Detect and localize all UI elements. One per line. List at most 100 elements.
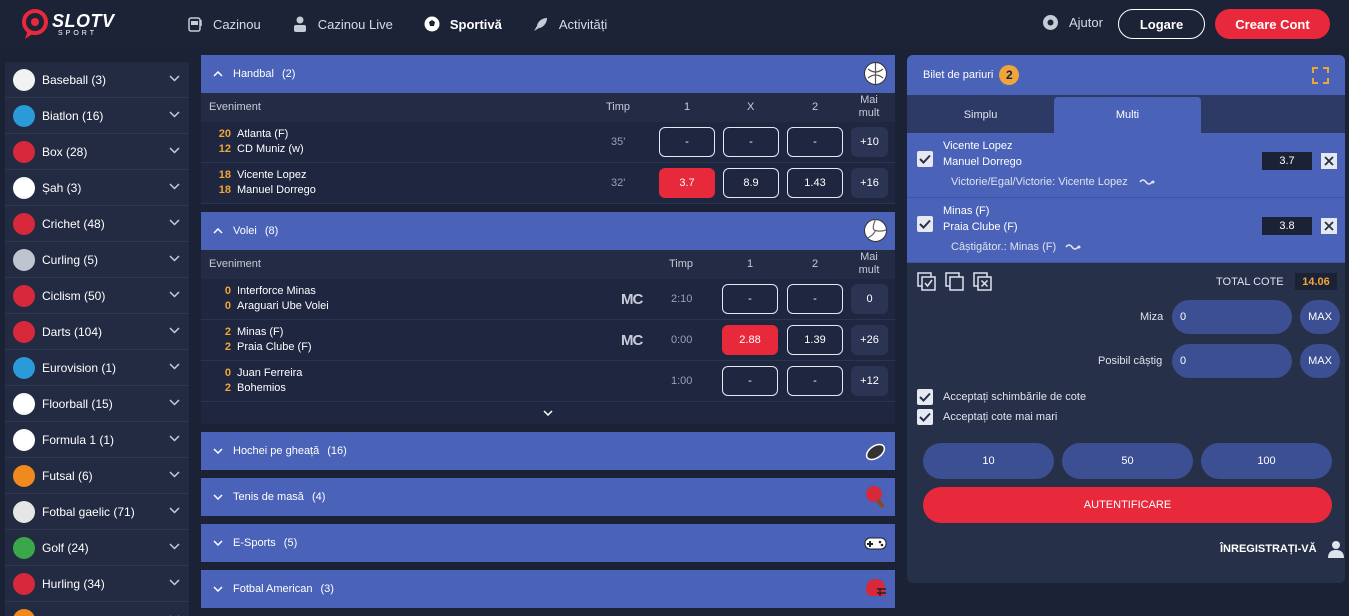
copy-check-icon[interactable] [917,272,937,292]
odd-x-button[interactable]: 8.9 [723,168,779,198]
sidebar-item[interactable]: Curling (5) [5,242,189,278]
copy-icon[interactable] [945,272,965,292]
score-away: 12 [218,143,231,155]
match-time: 0:00 [671,334,693,346]
sidebar-item[interactable]: Formula 1 (1) [5,422,189,458]
sidebar-item[interactable] [5,602,189,616]
sidebar-item[interactable]: Șah (3) [5,170,189,206]
stake-input[interactable]: 0 [1172,300,1292,334]
odd-2-button[interactable]: 1.39 [787,325,843,355]
accept-higher-odds-checkbox[interactable] [917,409,933,425]
score-away: 0 [224,300,231,312]
quick-stake-100[interactable]: 100 [1201,443,1332,479]
remove-bet-button[interactable] [1321,218,1337,234]
sidebar-item[interactable]: Fotbal gaelic (71) [5,494,189,530]
sidebar-item[interactable]: Ciclism (50) [5,278,189,314]
score-home: 18 [218,169,231,181]
bet-checkbox[interactable] [917,216,933,232]
odd-2-button[interactable]: - [787,127,843,157]
authenticate-button[interactable]: AUTENTIFICARE [923,487,1332,523]
sidebar-item[interactable]: Hurling (34) [5,566,189,602]
bet-checkbox[interactable] [917,151,933,167]
more-markets-button[interactable]: +10 [851,127,888,157]
team-away: Manuel Dorrego [237,184,316,196]
remove-bet-button[interactable] [1321,153,1337,169]
section-handbal-header[interactable]: Handbal (2) [201,55,895,93]
section-table-tennis-header[interactable]: Tenis de masă (4) [201,478,895,516]
tab-multi[interactable]: Multi [1054,97,1201,133]
column-headers: Eveniment Timp 1 2 Mai mult [201,250,895,279]
more-markets-button[interactable]: +26 [851,325,888,355]
quick-stake-50[interactable]: 50 [1062,443,1193,479]
help-link[interactable]: Ajutor [1042,14,1103,31]
odd-1-button[interactable]: - [722,366,778,396]
more-markets-button[interactable]: 0 [851,284,888,314]
register-link[interactable]: ÎNREGISTRAȚI-VĂ [1220,540,1345,558]
quick-stake-10[interactable]: 10 [923,443,1054,479]
chevron-down-icon [213,448,223,454]
section-esports-header[interactable]: E-Sports (5) [201,524,895,562]
potential-win-input[interactable]: 0 [1172,344,1292,378]
event-row[interactable]: 20 Atlanta (F) 12 CD Muniz (w) 35' - - -… [201,122,895,163]
event-row[interactable]: 0 Juan Ferreira 2 Bohemios 1:00 - - +12 [201,361,895,402]
odd-2-button[interactable]: - [787,366,843,396]
sidebar-item[interactable]: Box (28) [5,134,189,170]
match-center-icon[interactable]: MC [621,332,643,349]
more-markets-button[interactable]: +16 [851,168,888,198]
close-icon [1324,221,1334,231]
odd-x-button[interactable]: - [723,127,779,157]
boxing-glove-icon [13,140,35,163]
register-link-label: ÎNREGISTRAȚI-VĂ [1220,543,1317,555]
sidebar-item-label: Futsal (6) [42,468,93,483]
odd-1-button[interactable]: 2.88 [722,325,778,355]
stake-max-button[interactable]: MAX [1300,300,1340,334]
odd-1-button[interactable]: - [722,284,778,314]
win-max-button[interactable]: MAX [1300,344,1340,378]
hockey-puck-icon [865,443,886,461]
odd-1-button[interactable]: - [659,127,715,157]
tab-simplu[interactable]: Simplu [907,97,1054,133]
sidebar-item[interactable]: Darts (104) [5,314,189,350]
chevron-down-icon [169,291,180,298]
odd-2-button[interactable]: - [787,284,843,314]
odd-1-button[interactable]: 3.7 [659,168,715,198]
hurling-sticks-icon [13,572,35,595]
odd-2-button[interactable]: 1.43 [787,168,843,198]
fullscreen-icon[interactable] [1312,67,1329,84]
match-center-icon[interactable]: MC [621,291,643,308]
score-away: 2 [224,341,231,353]
sidebar-item[interactable]: Baseball (3) [5,62,189,98]
section-american-football-header[interactable]: Fotbal American (3) [201,570,895,608]
sidebar-item-label: Biatlon (16) [42,108,104,123]
more-markets-button[interactable]: +12 [851,366,888,396]
event-row[interactable]: 2 Minas (F) 2 Praia Clube (F) MC 0:00 2.… [201,320,895,361]
col-x: X [747,101,755,113]
nav-sportiva[interactable]: Sportivă [423,15,502,33]
bet-count-badge: 2 [999,65,1020,85]
register-button[interactable]: Creare Cont [1215,9,1330,39]
sidebar-item[interactable]: Futsal (6) [5,458,189,494]
section-hockey-header[interactable]: Hochei pe gheață (16) [201,432,895,470]
login-button[interactable]: Logare [1118,9,1205,39]
sidebar-item[interactable]: Golf (24) [5,530,189,566]
sidebar-item[interactable]: Floorball (15) [5,386,189,422]
nav-cazinou-live[interactable]: Cazinou Live [291,15,393,33]
sidebar-item[interactable]: Crichet (48) [5,206,189,242]
accept-odds-change-checkbox[interactable] [917,389,933,405]
nav-cazinou[interactable]: Cazinou [186,15,261,33]
show-more-button[interactable] [201,402,895,424]
delete-all-icon[interactable] [973,272,993,292]
chevron-down-icon [169,75,180,82]
nav-activitati[interactable]: Activități [532,15,607,33]
sidebar-item[interactable]: Biatlon (16) [5,98,189,134]
section-volei-header[interactable]: Volei (8) [201,212,895,250]
team-home: Atlanta (F) [237,128,289,140]
sidebar-item-label: Darts (104) [42,324,103,339]
checkered-flag-icon [13,428,35,451]
sidebar-item[interactable]: Eurovision (1) [5,350,189,386]
event-row[interactable]: 0 Interforce Minas 0 Araguari Ube Volei … [201,279,895,320]
logo[interactable]: SLOTV SPORT [22,8,115,40]
chevron-down-icon [169,543,180,550]
bet-type-tabs: Simplu Multi [907,95,1345,133]
event-row[interactable]: 18 Vicente Lopez 18 Manuel Dorrego 32' 3… [201,163,895,204]
